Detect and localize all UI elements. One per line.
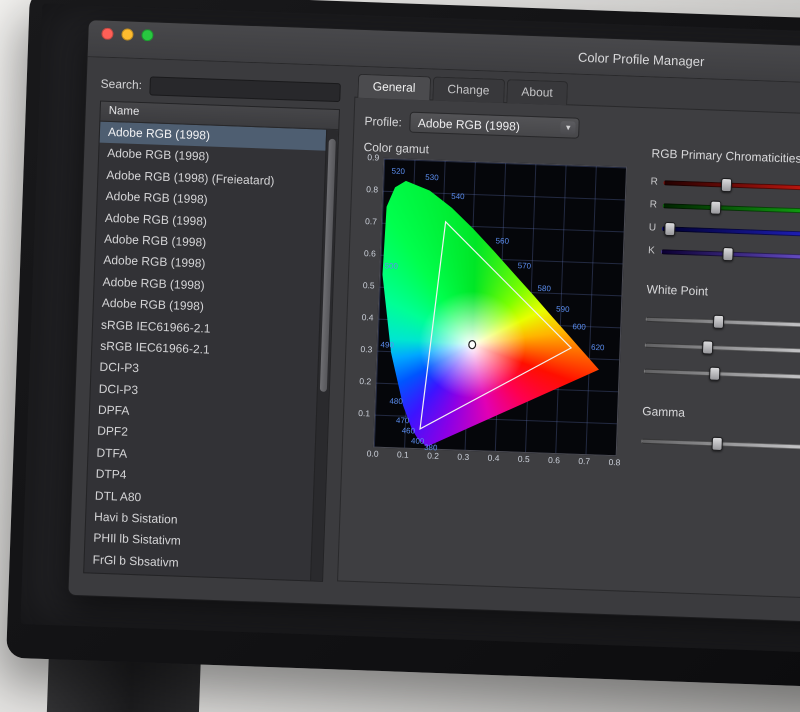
wavelength-label: 540 [451,191,465,200]
wavelength-label: 400 [411,436,425,445]
white-point-section-title: White Point [646,282,800,304]
app-window: Color Profile Manager Search: Name Adobe… [67,19,800,631]
axis-tick: 0.1 [358,408,370,418]
gamma-section-title: Gamma [642,404,800,426]
axis-tick: 0.3 [450,451,476,462]
profile-label: Profile: [364,114,402,129]
monitor-bezel: Color Profile Manager Search: Name Adobe… [6,0,800,692]
axis-tick: 0.6 [364,248,376,258]
tab[interactable]: About [506,79,568,105]
tab[interactable]: General [357,74,431,101]
gamut-overlay [374,159,626,455]
wavelength-label: 470 [396,415,410,424]
axis-tick: 0.8 [601,457,627,468]
close-button[interactable] [101,28,113,40]
slider-track[interactable] [644,369,800,382]
axis-tick: 0.7 [571,456,597,467]
axis-tick: 0.0 [359,448,385,459]
slider-track[interactable] [662,226,800,238]
wavelength-label: 600 [572,322,586,331]
chevron-down-icon: ▾ [561,121,576,135]
axis-tick: 0.2 [359,376,371,386]
axis-tick: 0.3 [360,344,372,354]
wavelength-label: 490 [380,340,394,349]
slider-thumb[interactable] [713,315,724,329]
slider-thumb[interactable] [702,340,713,354]
wavelength-label: 460 [402,426,416,435]
wavelength-label: 590 [556,305,570,314]
search-label: Search: [100,77,142,92]
wavelength-label: 500 [384,261,398,270]
wavelength-label: 530 [425,173,439,182]
slider-label-k: K [648,245,661,256]
profile-sidebar: Search: Name Adobe RGB (1998)Adobe RGB (… [83,73,341,582]
axis-tick: 0.4 [362,312,374,322]
slider-thumb[interactable] [722,246,733,260]
profile-rows: Adobe RGB (1998)Adobe RGB (1998)Adobe RG… [84,122,338,581]
slider-thumb[interactable] [664,221,675,235]
slider-label-b: U [649,222,662,233]
axis-tick: 0.6 [541,455,567,466]
wavelength-label: 520 [391,166,405,175]
violet-primary-slider[interactable] [661,240,800,270]
slider-track[interactable] [663,203,800,215]
minimize-button[interactable] [121,28,133,40]
gamma-slider[interactable] [641,428,800,462]
wavelength-label: 560 [495,236,509,245]
chromaticity-plot: 520 530 540 560 570 580 590600 620 500 490 480 470 4… [373,158,627,457]
axis-tick: 0.5 [363,280,375,290]
slider-label-r: R [650,176,663,187]
profile-list: Name Adobe RGB (1998)Adobe RGB (1998)Ado… [83,101,340,582]
slider-thumb[interactable] [711,437,722,451]
slider-thumb[interactable] [721,177,732,191]
axis-tick: 0.4 [480,452,506,463]
chromaticity-controls: RGB Primary Chromaticities R R [641,146,800,462]
axis-tick: 0.7 [365,216,377,226]
axis-tick: 0.8 [366,184,378,194]
screen: Color Profile Manager Search: Name Adobe… [20,3,800,657]
rgb-section-title: RGB Primary Chromaticities [651,146,800,168]
wavelength-label: 620 [591,343,605,352]
wavelength-label: 480 [389,397,403,406]
search-input[interactable] [150,76,341,102]
axis-tick: 0.5 [511,454,537,465]
general-groupbox: Profile: Adobe RGB (1998) ▾ Color gamut … [337,97,800,601]
white-point-slider-3[interactable] [643,358,800,392]
scene: Color Profile Manager Search: Name Adobe… [0,0,800,712]
profile-dropdown[interactable]: Adobe RGB (1998) ▾ [409,112,580,139]
white-point-marker [469,340,476,348]
slider-label-g: R [650,199,663,210]
axis-tick: 0.2 [420,450,446,461]
wavelength-label: 570 [518,261,532,270]
profile-dropdown-value: Adobe RGB (1998) [418,115,520,133]
slider-thumb[interactable] [710,200,721,214]
wavelength-label: 580 [537,284,551,293]
slider-track[interactable] [645,343,800,356]
detail-pane: GeneralChangeAbout Profile: Adobe RGB (1… [337,74,800,607]
gamut-triangle [420,221,575,434]
axis-tick: 0.9 [367,152,379,162]
window-title: Color Profile Manager [578,50,705,70]
chromaticity-chart: 0.9 0.8 0.7 0.6 0.5 0.4 0.3 0.2 0.1 [344,155,655,478]
slider-thumb[interactable] [709,367,720,381]
zoom-button[interactable] [141,29,153,41]
traffic-lights [101,28,153,42]
axis-tick: 0.1 [390,449,416,460]
tab[interactable]: Change [432,76,505,103]
